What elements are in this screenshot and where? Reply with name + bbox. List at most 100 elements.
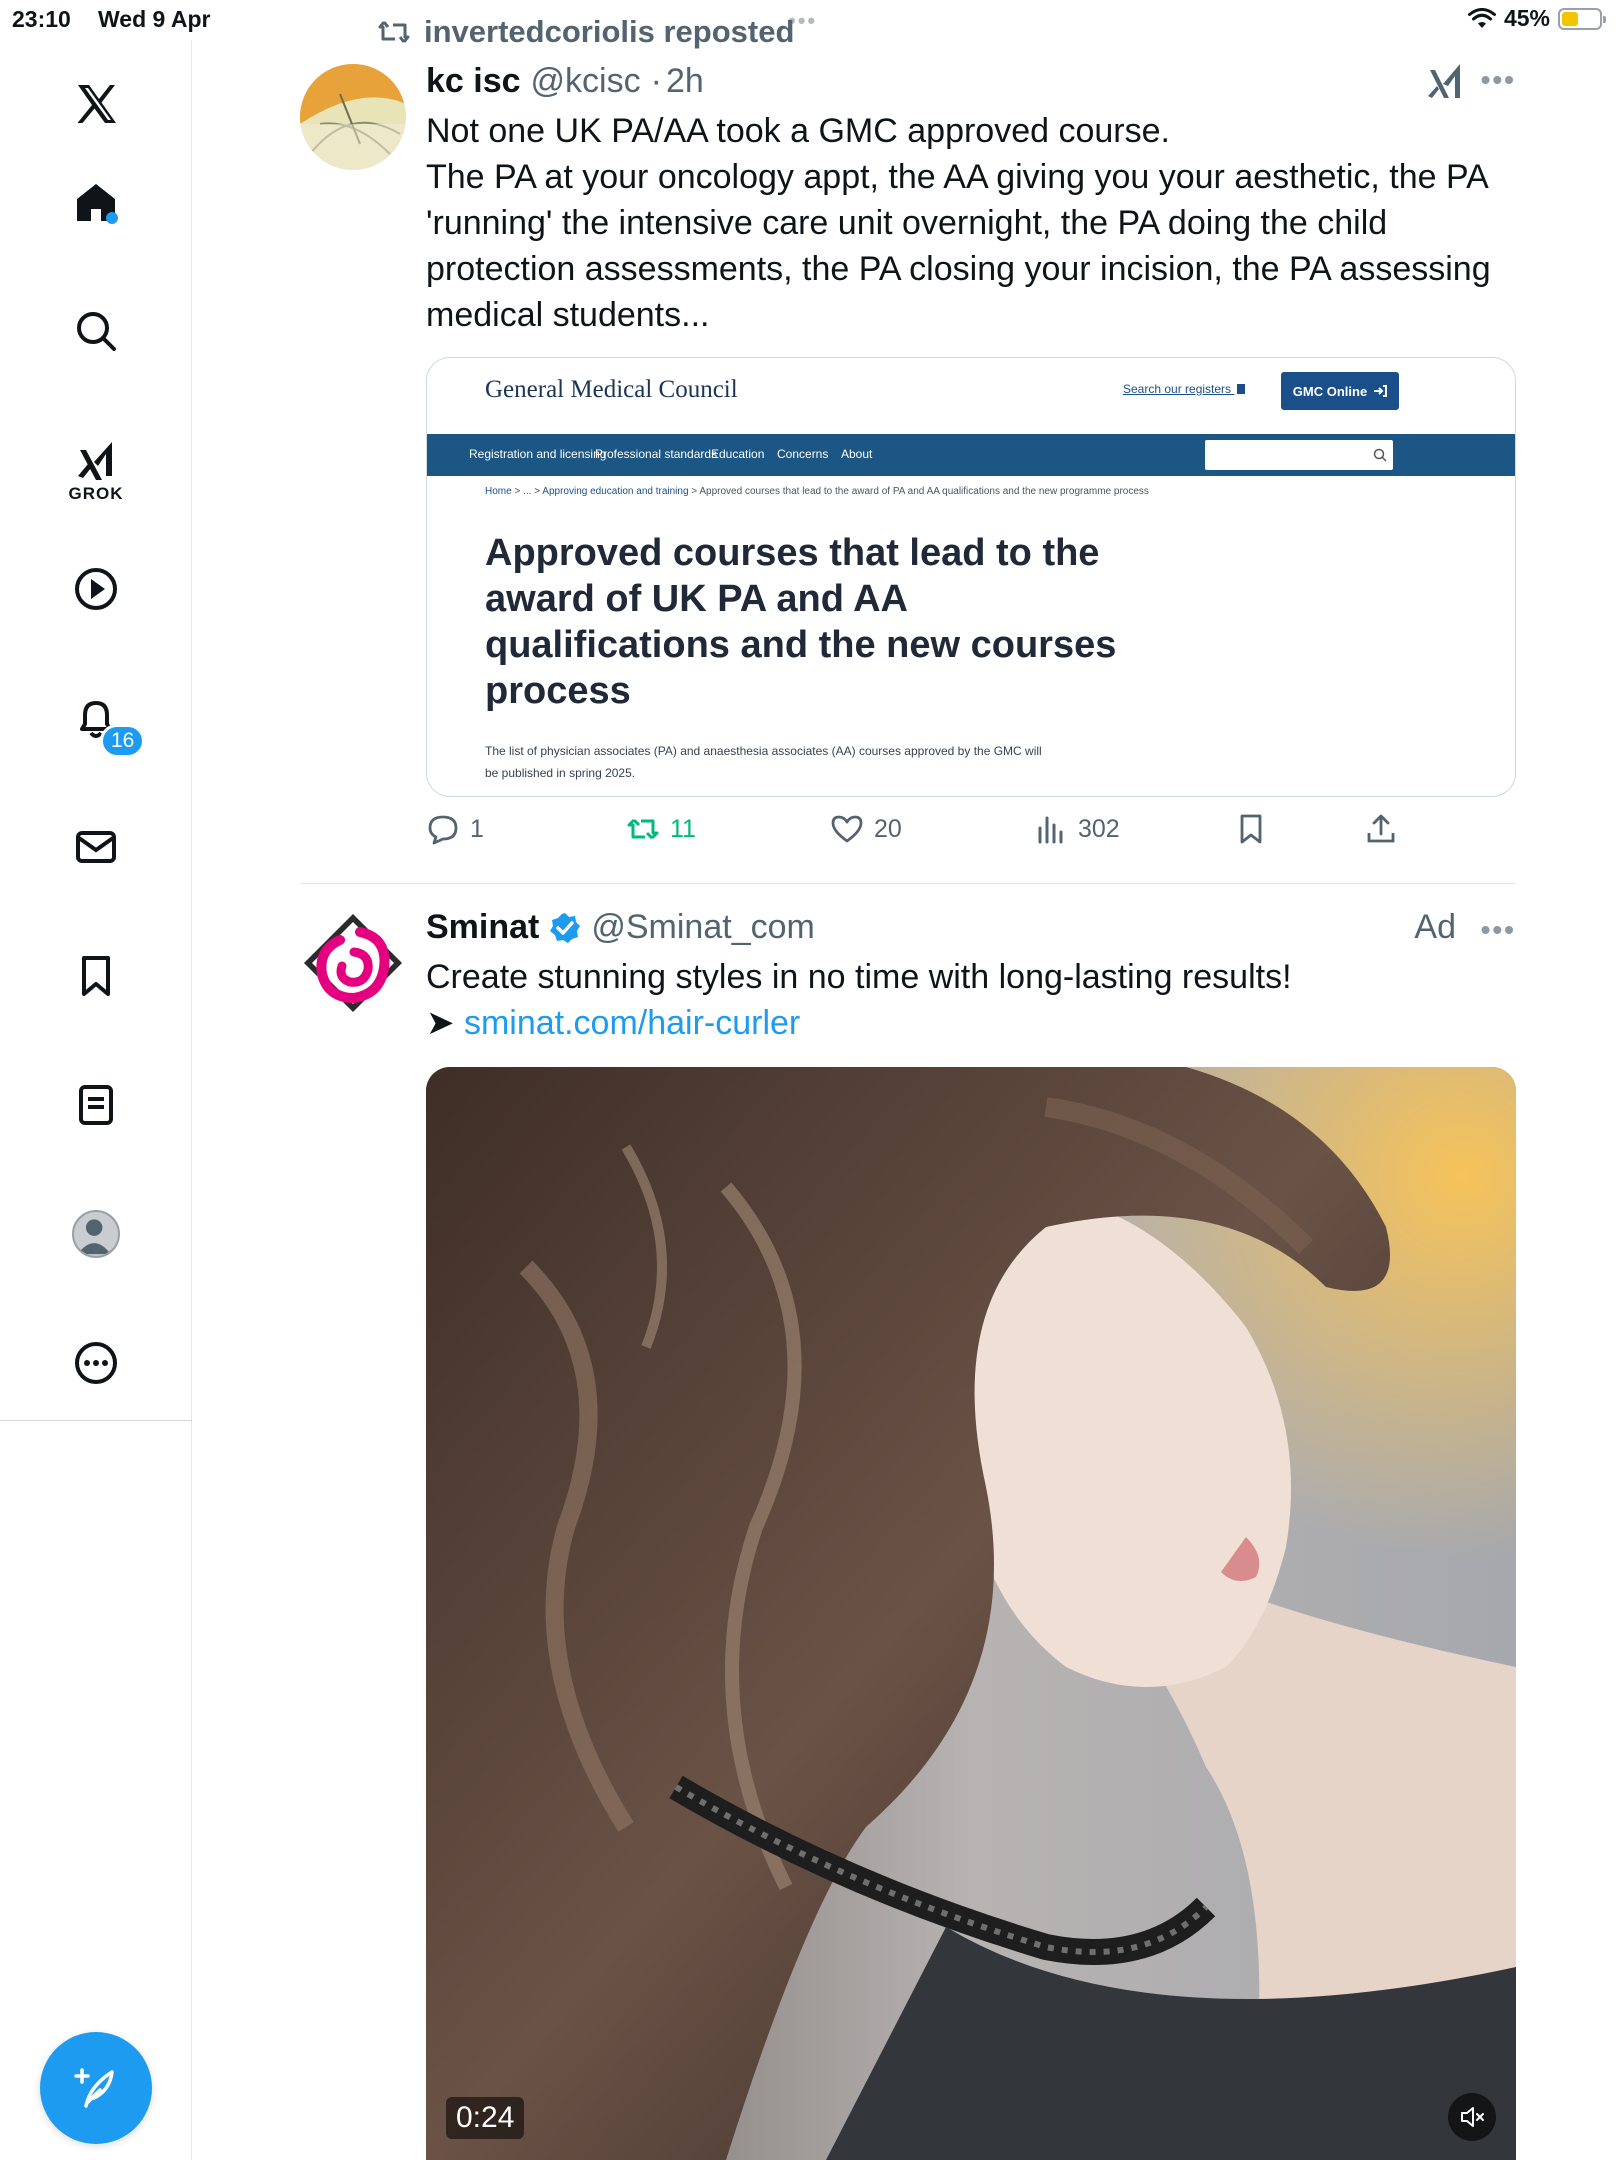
views-button[interactable]: 302 — [1034, 812, 1120, 846]
gmc-search-placeholder: Search this site — [1213, 453, 1296, 467]
ad-video[interactable]: 0:24 — [426, 1067, 1516, 2160]
breadcrumb-item: Approved courses that lead to the award … — [699, 486, 1149, 497]
search-icon — [1373, 448, 1387, 462]
avatar[interactable] — [300, 910, 406, 1016]
post-text: Create stunning styles in no time with l… — [426, 954, 1516, 1046]
compose-icon — [74, 2068, 114, 2108]
video-duration: 0:24 — [446, 2097, 525, 2139]
gmc-registers-text: Search our registers — [1123, 382, 1232, 396]
verified-badge-icon — [550, 912, 581, 943]
ad-text: Create stunning styles in no time with l… — [426, 958, 1292, 996]
post-text-line: protection assessments, the PA closing y… — [426, 250, 1491, 288]
post-text-line: The PA at your oncology appt, the AA giv… — [426, 158, 1489, 196]
like-button[interactable]: 20 — [830, 812, 902, 846]
repost-banner-text: invertedcoriolis reposted — [424, 14, 795, 49]
gmc-title-line: award of UK PA and AA — [485, 578, 908, 620]
mail-icon — [76, 831, 116, 863]
heart-icon — [831, 815, 863, 843]
like-count: 20 — [874, 814, 902, 843]
gmc-title-line: process — [485, 670, 631, 712]
volume-muted-icon — [1461, 2107, 1484, 2127]
bookmark-icon — [1240, 814, 1262, 844]
mute-button[interactable] — [1448, 2093, 1496, 2141]
reply-button[interactable]: 1 — [426, 812, 484, 846]
share-icon — [1367, 814, 1395, 843]
arrow-icon: ➤ — [426, 1004, 455, 1042]
more-options-icon[interactable]: ••• — [1481, 914, 1516, 946]
sidebar: GROK 16 — [0, 40, 192, 2160]
battery-level — [1562, 11, 1578, 26]
post-time[interactable]: 2h — [666, 62, 704, 101]
more-options-icon[interactable]: ••• — [1481, 64, 1516, 96]
reply-icon — [428, 815, 458, 845]
gmc-page-title: Approved courses that lead to the award … — [485, 530, 1125, 714]
x-logo-icon[interactable] — [56, 64, 136, 144]
post-text-line: 'running' the intensive care unit overni… — [426, 204, 1388, 242]
sidebar-item-lists[interactable] — [56, 1065, 136, 1145]
grok-icon — [78, 442, 112, 480]
separator: · — [650, 62, 662, 100]
document-icon — [1237, 384, 1246, 394]
author-name[interactable]: Sminat — [426, 908, 539, 947]
view-count: 302 — [1078, 814, 1120, 843]
sidebar-item-video[interactable] — [56, 549, 136, 629]
ad-link[interactable]: sminat.com/hair-curler — [464, 1004, 800, 1042]
reply-count: 1 — [470, 814, 484, 843]
list-icon — [79, 1085, 113, 1125]
analytics-icon — [1038, 816, 1063, 844]
avatar-icon — [72, 1210, 120, 1258]
avatar[interactable] — [300, 64, 406, 170]
post-header: Sminat @Sminat_com — [426, 908, 815, 947]
gmc-navbar: Registration and licensing Professional … — [427, 434, 1515, 476]
author-handle[interactable]: @Sminat_com — [591, 908, 814, 947]
breadcrumb-item: Home — [485, 486, 512, 497]
repost-banner[interactable]: invertedcoriolis reposted — [378, 14, 794, 50]
author-name[interactable]: kc isc — [426, 62, 521, 101]
post-text-line: medical students... — [426, 296, 710, 334]
gmc-nav-item: About — [841, 447, 873, 461]
author-handle[interactable]: @kcisc — [531, 62, 641, 101]
sidebar-item-explore[interactable] — [56, 291, 136, 371]
gmc-nav-item: Professional standards — [595, 447, 718, 461]
login-icon — [1374, 385, 1388, 397]
breadcrumb: Home > ... > Approving education and tra… — [485, 486, 1149, 497]
post-sminat-ad[interactable]: Sminat @Sminat_com Create stunning style… — [300, 908, 1516, 1058]
post-text: Not one UK PA/AA took a GMC approved cou… — [426, 108, 1516, 338]
status-date: Wed 9 Apr — [98, 6, 211, 32]
bookmark-icon — [82, 956, 110, 996]
repost-count: 11 — [670, 814, 696, 843]
video-frame — [426, 1067, 1516, 2160]
battery-percent: 45% — [1503, 5, 1550, 31]
gmc-title-line: Approved courses that lead to the — [485, 532, 1100, 574]
breadcrumb-item: ... — [523, 486, 532, 497]
post-divider — [300, 883, 1516, 884]
gmc-nav-item: Concerns — [777, 447, 829, 461]
repost-button[interactable]: 11 — [626, 812, 696, 846]
gmc-title-line: qualifications and the new courses — [485, 624, 1117, 666]
share-button[interactable] — [1364, 812, 1398, 846]
sidebar-item-profile[interactable] — [56, 1194, 136, 1274]
more-circle-icon — [75, 1342, 117, 1384]
play-icon — [75, 568, 117, 610]
sidebar-item-home[interactable] — [56, 162, 136, 242]
link-card-image[interactable]: General Medical Council Search our regis… — [426, 357, 1516, 797]
gmc-online-button: GMC Online — [1281, 372, 1399, 410]
sidebar-item-grok[interactable]: GROK — [56, 420, 136, 520]
gmc-description: The list of physician associates (PA) an… — [485, 740, 1125, 784]
gmc-site-title: General Medical Council — [485, 376, 738, 403]
ad-link-line: ➤ sminat.com/hair-curler — [426, 1000, 1516, 1046]
sidebar-item-messages[interactable] — [56, 807, 136, 887]
home-unread-dot — [106, 212, 118, 224]
gmc-nav-item: Education — [711, 447, 765, 461]
sidebar-divider — [0, 1420, 192, 1421]
sidebar-item-more[interactable] — [56, 1323, 136, 1403]
bookmark-button[interactable] — [1234, 812, 1268, 846]
status-indicators: 45% — [1467, 5, 1606, 32]
gmc-search-box: Search this site — [1205, 440, 1393, 470]
gmc-desc-line: The list of physician associates (PA) an… — [485, 744, 1042, 758]
compose-button[interactable] — [40, 2032, 152, 2144]
sidebar-item-bookmarks[interactable] — [56, 936, 136, 1016]
grok-icon[interactable] — [1426, 62, 1466, 100]
notification-badge: 16 — [100, 724, 146, 758]
gmc-online-label: GMC Online — [1292, 383, 1368, 399]
